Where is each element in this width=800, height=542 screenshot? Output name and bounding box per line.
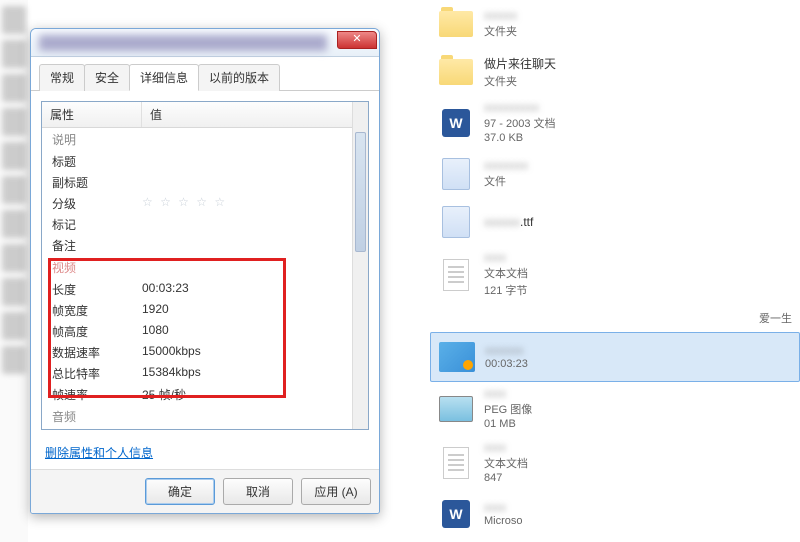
row-remark[interactable]: 备注	[42, 235, 368, 256]
rating-stars[interactable]: ☆ ☆ ☆ ☆ ☆	[142, 195, 368, 212]
file-item[interactable]: W xxxxMicroso	[430, 490, 800, 538]
row-total-bitrate[interactable]: 总比特率15384kbps	[42, 363, 368, 384]
doc-icon	[442, 206, 470, 238]
tab-security[interactable]: 安全	[84, 64, 130, 91]
file-item[interactable]: W xxxxxxxxxx97 - 2003 文档37.0 KB	[430, 96, 800, 150]
cancel-button[interactable]: 取消	[223, 478, 293, 505]
row-rating[interactable]: 分级☆ ☆ ☆ ☆ ☆	[42, 193, 368, 214]
file-type: PEG 图像	[484, 401, 532, 417]
file-ext: .ttf	[520, 215, 533, 229]
dialog-buttons: 确定 取消 应用 (A)	[31, 469, 379, 513]
titlebar[interactable]: ✕	[31, 29, 379, 57]
file-item[interactable]: xxxxxx文件夹	[430, 0, 800, 48]
row-tags[interactable]: 标记	[42, 214, 368, 235]
file-item[interactable]: 爱一生	[430, 304, 800, 332]
file-name-blur: xxxx	[484, 442, 528, 454]
remove-properties-link[interactable]: 删除属性和个人信息	[45, 446, 153, 460]
file-name-blur: xxxx	[484, 388, 532, 400]
properties-dialog: ✕ 常规 安全 详细信息 以前的版本 属性 值 说明 标题 副标题 分级☆ ☆ …	[30, 28, 380, 514]
group-audio: 音频	[42, 405, 368, 428]
file-type: Microso	[484, 515, 523, 527]
file-item[interactable]: xxxxPEG 图像01 MB	[430, 382, 800, 436]
row-frame-rate[interactable]: 帧速率25 帧/秒	[42, 384, 368, 405]
list-header: 属性 值	[42, 102, 368, 128]
folder-icon	[439, 59, 473, 85]
video-thumb-icon	[439, 342, 475, 372]
file-duration: 00:03:23	[485, 358, 528, 370]
file-size: 121 字节	[484, 282, 528, 298]
file-name-blur: xxxxxx	[484, 10, 517, 22]
tab-details[interactable]: 详细信息	[129, 64, 199, 91]
image-thumb-icon	[439, 396, 473, 422]
folder-icon	[439, 11, 473, 37]
file-item[interactable]: xxxxxxxx文件	[430, 150, 800, 198]
file-item[interactable]: 做片来往聊天文件夹	[430, 48, 800, 96]
close-button[interactable]: ✕	[337, 31, 377, 49]
row-data-rate[interactable]: 数据速率15000kbps	[42, 342, 368, 363]
tab-strip: 常规 安全 详细信息 以前的版本	[31, 57, 379, 91]
txt-icon	[443, 259, 469, 291]
file-type: 文件夹	[484, 23, 517, 39]
file-item[interactable]: xxxx文本文档847	[430, 436, 800, 490]
tab-general[interactable]: 常规	[39, 64, 85, 91]
file-name: 做片来往聊天	[484, 55, 556, 72]
row-title[interactable]: 标题	[42, 151, 368, 172]
word-icon: W	[442, 109, 470, 137]
col-header-property[interactable]: 属性	[42, 102, 142, 127]
file-item[interactable]: xxxxxx.ttf	[430, 198, 800, 246]
doc-icon	[442, 158, 470, 190]
ok-button[interactable]: 确定	[145, 478, 215, 505]
vertical-scrollbar[interactable]	[352, 102, 368, 429]
file-item-selected[interactable]: xxxxxxx00:03:23	[430, 332, 800, 382]
explorer-file-list: xxxxxx文件夹 做片来往聊天文件夹 W xxxxxxxxxx97 - 200…	[430, 0, 800, 542]
file-name-blur: xxxxxxxxxx	[484, 102, 556, 114]
apply-button[interactable]: 应用 (A)	[301, 478, 371, 505]
file-type: 文本文档	[484, 455, 528, 471]
file-size: 847	[484, 472, 528, 484]
window-title-blur	[39, 35, 327, 51]
row-frame-height[interactable]: 帧高度1080	[42, 321, 368, 342]
file-type: 文件夹	[484, 73, 556, 89]
footer-link-row: 删除属性和个人信息	[31, 440, 379, 469]
file-meta: 97 - 2003 文档	[484, 115, 556, 131]
row-audio-bitrate[interactable]: 比特率384kbps	[42, 428, 368, 430]
file-item[interactable]: xxxx文本文档121 字节	[430, 246, 800, 304]
list-body[interactable]: 说明 标题 副标题 分级☆ ☆ ☆ ☆ ☆ 标记 备注 视频 长度00:03:2…	[42, 128, 368, 430]
scrollbar-thumb[interactable]	[355, 132, 366, 252]
group-video: 视频	[42, 256, 368, 279]
left-sidebar-blur	[0, 0, 28, 542]
group-description: 说明	[42, 128, 368, 151]
row-frame-width[interactable]: 帧宽度1920	[42, 300, 368, 321]
row-length[interactable]: 长度00:03:23	[42, 279, 368, 300]
tab-previous[interactable]: 以前的版本	[198, 64, 280, 91]
file-type: 文本文档	[484, 265, 528, 281]
file-name-blur: xxxx	[484, 252, 528, 264]
file-name-blur: xxxxxxxx	[484, 160, 528, 172]
col-header-value[interactable]: 值	[142, 102, 368, 127]
txt-icon	[443, 447, 469, 479]
details-listbox: 属性 值 说明 标题 副标题 分级☆ ☆ ☆ ☆ ☆ 标记 备注 视频 长度00…	[41, 101, 369, 430]
file-suffix: 爱一生	[759, 310, 792, 326]
word-icon: W	[442, 500, 470, 528]
file-name-blur: xxxx	[484, 502, 523, 514]
file-name-blur: xxxxxxx	[485, 345, 528, 357]
file-size: 01 MB	[484, 418, 532, 430]
row-subtitle[interactable]: 副标题	[42, 172, 368, 193]
file-size: 37.0 KB	[484, 132, 556, 144]
file-meta: 文件	[484, 173, 528, 189]
